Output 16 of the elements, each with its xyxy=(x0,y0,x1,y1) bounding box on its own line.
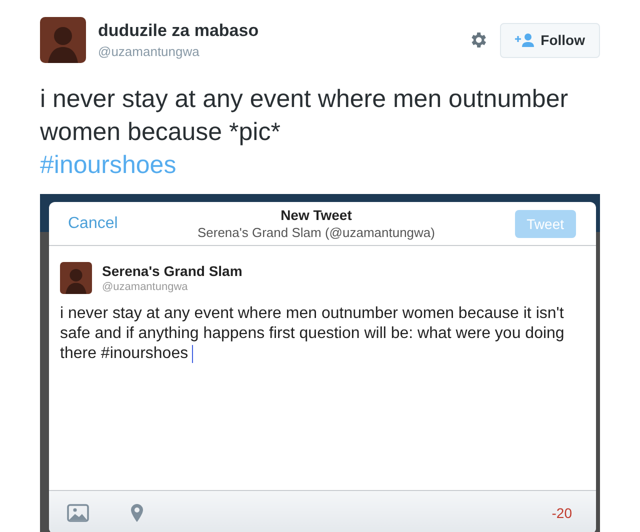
avatar xyxy=(60,262,92,294)
author-handle: @uzamantungwa xyxy=(98,44,200,59)
author-name[interactable]: duduzile za mabaso xyxy=(98,21,468,41)
account-handle: @uzamantungwa xyxy=(102,281,189,293)
text-cursor xyxy=(192,344,194,363)
image-icon[interactable] xyxy=(67,504,89,522)
character-counter: -20 xyxy=(552,504,572,520)
avatar xyxy=(40,17,86,63)
follow-button[interactable]: Follow xyxy=(500,22,600,58)
location-pin-icon[interactable] xyxy=(131,504,143,522)
account-name: Serena's Grand Slam xyxy=(102,263,242,279)
add-user-icon xyxy=(514,33,535,47)
tweet-input[interactable]: i never stay at any event where men outnumber women because it isn't safe and if anything happens first question will be: what were you doing there #inourshoes xyxy=(60,304,585,364)
dialog-subtitle: Serena's Grand Slam (@uzamantungwa) xyxy=(197,225,435,240)
dialog-title: New Tweet xyxy=(280,207,352,223)
tweet-text: i never stay at any event where men outnumber women because *pic* xyxy=(40,84,570,148)
